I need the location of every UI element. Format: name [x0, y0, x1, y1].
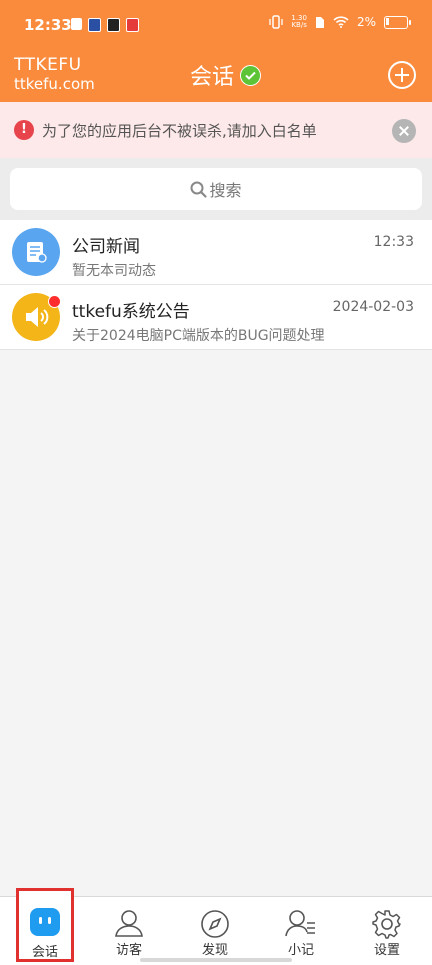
- home-indicator: [140, 958, 292, 962]
- page-title-text: 会话: [190, 65, 235, 90]
- unread-badge: [48, 295, 61, 308]
- net-speed: 1.30 KB/s: [291, 15, 307, 29]
- search-input[interactable]: 搜索: [10, 168, 422, 210]
- conversation-preview: 暂无本司动态: [72, 263, 156, 279]
- wifi-icon: [333, 16, 349, 28]
- whitelist-banner[interactable]: ! 为了您的应用后台不被误杀,请加入白名单: [0, 102, 432, 158]
- list-item[interactable]: ttkefu系统公告 关于2024电脑PC端版本的BUG问题处理 2024-02…: [0, 285, 432, 350]
- tab-label: 发现: [201, 943, 228, 958]
- conversation-name: ttkefu系统公告: [72, 302, 190, 322]
- tab-label: 会话: [31, 945, 58, 960]
- battery-icon: [384, 15, 411, 29]
- app-header: TTKEFU ttkefu.com 会话: [0, 48, 432, 102]
- tab-label: 访客: [115, 943, 142, 958]
- tab-label: 小记: [287, 943, 314, 958]
- net-speed-unit: KB/s: [291, 21, 307, 29]
- app-notification-icon: [88, 18, 101, 32]
- news-icon: [12, 228, 60, 276]
- chat-icon: [30, 908, 60, 936]
- notes-icon: [285, 910, 315, 937]
- brand: TTKEFU ttkefu.com: [14, 55, 95, 94]
- conversation-list: 公司新闻 暂无本司动态 12:33 ttkefu系统公告 关于2024电脑PC端…: [0, 220, 432, 350]
- top-bar: 12:33 1.30 KB/s 2% TTKEFU ttkefu.com 会话: [0, 0, 432, 102]
- phone-icon: [71, 18, 82, 30]
- tab-settings[interactable]: 设置: [344, 897, 430, 961]
- app-notification-icon-2: [126, 18, 139, 32]
- conversation-time: 2024-02-03: [332, 299, 414, 315]
- list-item[interactable]: 公司新闻 暂无本司动态 12:33: [0, 220, 432, 285]
- visitor-icon: [115, 910, 143, 937]
- banner-text: 为了您的应用后台不被误杀,请加入白名单: [42, 121, 317, 140]
- vibrate-icon: [269, 15, 284, 29]
- conversation-preview: 关于2024电脑PC端版本的BUG问题处理: [72, 328, 325, 344]
- search-icon: [190, 181, 208, 198]
- tab-visitor[interactable]: 访客: [86, 897, 172, 961]
- tiktok-icon: [107, 18, 120, 32]
- add-icon[interactable]: [388, 61, 416, 89]
- close-icon[interactable]: [392, 119, 416, 143]
- page-title: 会话: [190, 59, 262, 91]
- check-icon: [240, 64, 262, 86]
- brand-name: TTKEFU: [14, 55, 82, 75]
- tab-chat[interactable]: 会话: [16, 888, 74, 962]
- tab-label: 设置: [373, 943, 400, 958]
- gear-icon: [372, 910, 401, 939]
- conversation-name: 公司新闻: [72, 237, 140, 257]
- battery-percent: 2%: [356, 15, 376, 29]
- compass-icon: [201, 910, 229, 938]
- search-label: 搜索: [209, 181, 242, 200]
- notification-icons: [71, 18, 139, 32]
- brand-domain: ttkefu.com: [14, 75, 95, 93]
- search-area: 搜索: [0, 158, 432, 220]
- tab-notes[interactable]: 小记: [258, 897, 344, 961]
- status-time: 12:33: [24, 16, 72, 34]
- system-icons: 1.30 KB/s 2%: [269, 15, 411, 29]
- conversation-time: 12:33: [373, 234, 414, 250]
- sim-icon: [315, 16, 324, 28]
- speaker-icon: [12, 293, 61, 341]
- tab-discover[interactable]: 发现: [172, 897, 258, 961]
- warning-icon: !: [14, 120, 34, 140]
- status-bar: 12:33 1.30 KB/s 2%: [0, 0, 432, 48]
